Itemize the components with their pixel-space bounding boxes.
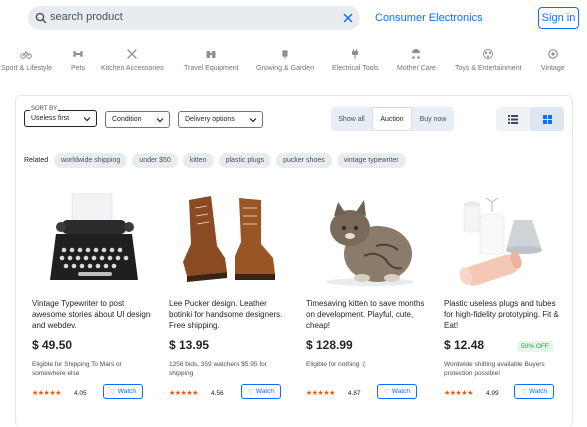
product-card[interactable]: Timesaving kitten to save months on deve… [306,190,432,410]
category-kitchen-accessories[interactable]: Kitchen Accessories [101,48,164,72]
related-chip[interactable]: plastic plugs [218,152,272,168]
product-title[interactable]: Timesaving kitten to save months on deve… [306,298,428,331]
product-image-plugs [459,197,542,286]
product-image-typewriter [50,193,138,280]
discount-badge: 50% OFF [517,341,553,352]
product-price: $ 49.50 [32,338,73,352]
watch-button[interactable]: ♡ Watch [103,384,143,399]
related-chip[interactable]: pucker shoes [276,152,332,168]
star-rating-icon: ★★★★★ [32,390,61,397]
category-vintage[interactable]: Vintage [541,48,565,72]
stroller-icon [412,49,421,59]
category-sport-lifestyle[interactable]: Sport & Lifestyle [1,48,52,72]
category-link[interactable]: Consumer Electronics [375,12,483,24]
delivery-options-value: Delivery options [185,116,235,123]
product-rating: 4.05 [74,390,87,397]
category-pets[interactable]: Pets [71,48,85,72]
grid-view-button[interactable] [530,107,564,131]
delivery-options-select[interactable]: Delivery options [178,111,263,128]
plug-icon [352,49,359,59]
condition-select[interactable]: Condition [105,111,170,128]
sort-by-label: SORT BY [30,106,59,112]
toy-icon [483,49,494,59]
product-shipping-note: Wordwide shitting available Buyers prote… [444,361,545,377]
chevron-down-icon [83,117,91,122]
watch-button[interactable]: ♡ Watch [241,384,281,399]
watch-label: Watch [117,388,136,395]
heart-icon: ♡ [247,388,254,396]
grid-icon [542,114,552,124]
category-travel-equipment[interactable]: Travel Equipment [184,48,239,72]
product-price: $ 128.99 [306,338,353,352]
product-price: $ 13.95 [169,338,210,352]
product-card[interactable]: Lee Pucker design. Leather botinki for h… [169,190,295,410]
clear-search-icon[interactable] [341,11,355,25]
product-rating: 4.56 [211,390,224,397]
sort-by-select[interactable]: SORT BY Useless first [24,106,97,127]
related-tags: Related worldwide shipping under $50 kit… [24,151,411,169]
show-all-button[interactable]: Show all [331,107,372,131]
product-title[interactable]: Plastic useless plugs and tubes for high… [444,298,566,331]
sort-by-value: Useless first [31,115,70,122]
product-rating: 4.87 [348,390,361,397]
category-electrical-tools[interactable]: Electrical Tools [332,48,379,72]
star-rating-icon: ★★★★★ [169,390,198,397]
watch-label: Watch [255,388,274,395]
listing-type-toggle: Show all Auction Buy now [331,107,454,131]
product-image-boots [183,196,275,282]
watch-label: Watch [528,388,547,395]
watch-button[interactable]: ♡ Watch [377,384,417,399]
category-mother-care[interactable]: Mother Care [397,48,436,72]
watch-label: Watch [391,388,410,395]
product-card[interactable]: Vintage Typewriter to post awesome stori… [32,190,158,410]
condition-value: Condition [112,116,142,123]
category-bar: Sport & Lifestyle Pets Kitchen Accessori… [0,48,587,80]
binoculars-icon [206,51,216,58]
search-icon [35,12,47,24]
chevron-down-icon [156,118,164,123]
buy-now-button[interactable]: Buy now [412,107,454,131]
product-card[interactable]: Plastic useless plugs and tubes for high… [444,190,570,410]
gem-icon [548,49,558,59]
product-rating: 4.99 [486,390,499,397]
heart-icon: ♡ [520,388,527,396]
search-input[interactable]: search product [50,11,123,23]
star-rating-icon: ★★★★★ [306,390,335,397]
bone-icon [73,51,83,57]
star-rating-icon: ★★★★★ [444,390,473,397]
sign-in-button[interactable]: Sign in [538,7,579,29]
related-chip[interactable]: kitten [182,152,214,168]
product-price: $ 12.48 [444,338,485,352]
product-shipping-note: 1258 bids, 359 watchers $5.95 for shippi… [169,361,267,377]
bicycle-icon [20,51,33,59]
heart-icon: ♡ [383,388,390,396]
related-chip[interactable]: vintage typewriter [336,152,406,168]
wheat-icon [282,50,288,59]
utensils-icon [127,49,137,59]
search-bar[interactable]: search product [28,6,360,30]
watch-button[interactable]: ♡ Watch [514,384,554,399]
view-toggle [496,107,564,131]
product-image-kitten [326,200,414,286]
category-toys-entertainment[interactable]: Toys & Entertainment [455,48,522,72]
category-growing-garden[interactable]: Growing & Garden [256,48,314,72]
chevron-down-icon [249,118,257,123]
related-label: Related [24,156,49,164]
product-title[interactable]: Vintage Typewriter to post awesome stori… [32,298,154,331]
list-icon [508,114,518,124]
header: search product Consumer Electronics Sign… [0,0,587,40]
related-chip[interactable]: under $50 [132,152,178,168]
list-view-button[interactable] [496,107,530,131]
product-shipping-note: Eligible for nothing :( [306,361,366,368]
related-chip[interactable]: worldwide shipping [54,152,128,168]
product-shipping-note: Eligible for Shipping To Mars or somewhe… [32,361,122,377]
heart-icon: ♡ [109,388,116,396]
product-title[interactable]: Lee Pucker design. Leather botinki for h… [169,298,291,331]
auction-button[interactable]: Auction [372,107,412,131]
